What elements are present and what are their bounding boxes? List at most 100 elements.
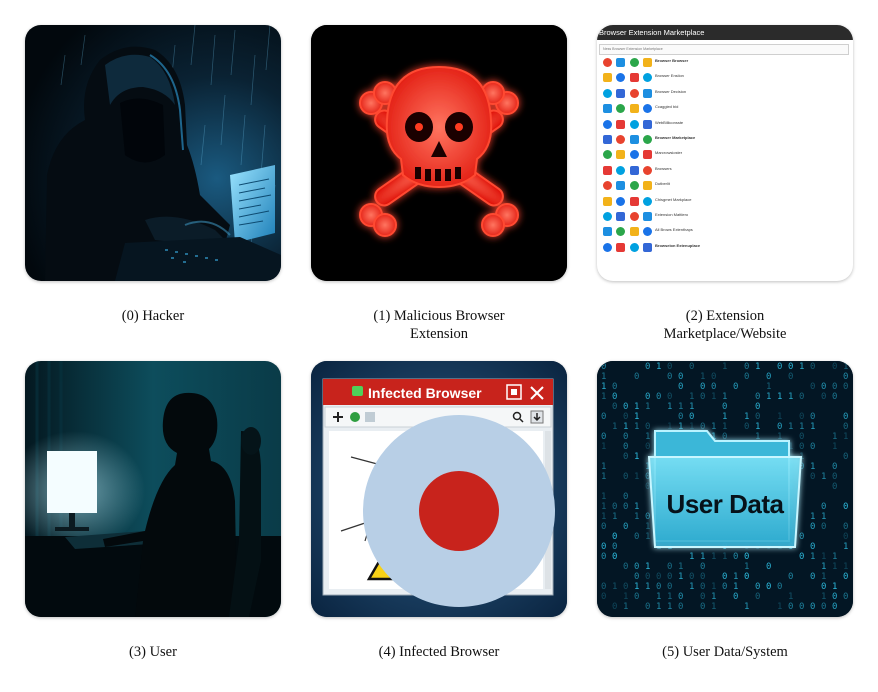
svg-text:0: 0 xyxy=(612,542,617,552)
svg-text:1: 1 xyxy=(667,602,672,612)
marketplace-list-item[interactable]: Browser Browser xyxy=(597,55,853,70)
marketplace-search-bar: Ness Browser Extension Marketplace xyxy=(599,44,849,55)
extension-icon xyxy=(643,181,652,191)
extension-icon xyxy=(630,104,639,114)
svg-text:0: 0 xyxy=(612,402,617,412)
svg-text:0: 0 xyxy=(711,372,716,382)
svg-text:0: 0 xyxy=(744,422,749,432)
marketplace-list-item[interactable]: Ccaggied bid xyxy=(597,101,853,116)
svg-text:1: 1 xyxy=(711,582,716,592)
svg-text:1: 1 xyxy=(601,392,606,402)
caption-hacker-text: (0) Hacker xyxy=(121,308,185,324)
svg-text:1: 1 xyxy=(744,412,749,422)
extension-icon xyxy=(603,181,612,191)
extension-icon xyxy=(616,119,625,129)
svg-text:0: 0 xyxy=(843,372,848,382)
extension-icon xyxy=(616,150,625,160)
svg-text:0: 0 xyxy=(810,542,815,552)
infected-browser-title: Infected Browser xyxy=(368,385,482,401)
marketplace-list-item[interactable]: Marcrowsioster xyxy=(597,147,853,162)
svg-text:0: 0 xyxy=(733,592,738,602)
svg-text:0: 0 xyxy=(799,532,804,542)
svg-text:0: 0 xyxy=(832,392,837,402)
extension-icon xyxy=(643,242,652,252)
svg-text:0: 0 xyxy=(667,572,672,582)
svg-text:0: 0 xyxy=(700,592,705,602)
svg-text:0: 0 xyxy=(722,402,727,412)
svg-text:0: 0 xyxy=(755,582,760,592)
extension-icon xyxy=(352,386,363,396)
svg-text:0: 0 xyxy=(667,562,672,572)
extension-icon xyxy=(616,211,625,221)
extension-icon xyxy=(630,134,639,144)
svg-text:0: 0 xyxy=(700,582,705,592)
svg-text:0: 0 xyxy=(843,532,848,542)
caption-infected-browser: (4) Infected Browser xyxy=(311,643,567,661)
svg-text:1: 1 xyxy=(656,362,661,372)
svg-text:0: 0 xyxy=(623,432,628,442)
extension-icon xyxy=(643,227,652,237)
marketplace-list-item-label: Browser Marketplace xyxy=(655,134,696,140)
svg-text:0: 0 xyxy=(678,592,683,602)
marketplace-list-item[interactable]: Chisgmet Markplace xyxy=(597,194,853,209)
svg-text:0: 0 xyxy=(634,562,639,572)
marketplace-list-item-label: Extension Mattlero xyxy=(655,211,689,217)
extension-icon xyxy=(630,150,639,160)
marketplace-list-item[interactable]: Browser Ensiion xyxy=(597,70,853,85)
caption-user-text: (3) User xyxy=(129,644,177,660)
marketplace-list-item-label: Browser Decision xyxy=(655,88,687,94)
extension-icon xyxy=(643,211,652,221)
svg-text:1: 1 xyxy=(755,422,760,432)
svg-text:1: 1 xyxy=(843,562,848,572)
marketplace-list-item[interactable]: All Brows Extenthaps xyxy=(597,224,853,239)
svg-text:0: 0 xyxy=(678,412,683,422)
svg-text:1: 1 xyxy=(623,602,628,612)
svg-text:1: 1 xyxy=(843,362,848,372)
svg-text:1: 1 xyxy=(689,392,694,402)
extension-icon xyxy=(603,104,612,114)
svg-text:0: 0 xyxy=(601,582,606,592)
extension-icon xyxy=(630,196,639,206)
marketplace-list-item[interactable]: Dutberlit xyxy=(597,178,853,193)
svg-text:0: 0 xyxy=(777,582,782,592)
extension-icon xyxy=(630,58,639,67)
extension-icon xyxy=(616,73,625,83)
svg-text:0: 0 xyxy=(623,412,628,422)
svg-text:0: 0 xyxy=(678,382,683,392)
svg-text:1: 1 xyxy=(843,542,848,552)
marketplace-extension-list: Browser Browser Browser Ensiion Browser De… xyxy=(597,55,853,255)
marketplace-list-item-label: WebBilliconsste xyxy=(655,119,684,125)
user-data-image: 0111001111110000000010100010001000000000… xyxy=(597,361,853,617)
marketplace-list-item[interactable]: Browseion Extenuplace xyxy=(597,240,853,255)
svg-text:0: 0 xyxy=(656,572,661,582)
marketplace-list-item[interactable]: Browser Marketplace xyxy=(597,132,853,147)
svg-text:0: 0 xyxy=(601,542,606,552)
svg-text:1: 1 xyxy=(678,572,683,582)
svg-text:0: 0 xyxy=(832,472,837,482)
svg-text:1: 1 xyxy=(733,582,738,592)
extension-icon xyxy=(603,119,612,129)
svg-text:0: 0 xyxy=(711,382,716,392)
marketplace-list-item[interactable]: WebBilliconsste xyxy=(597,117,853,132)
svg-text:1: 1 xyxy=(810,462,815,472)
marketplace-list-item[interactable]: Extension Mattlero xyxy=(597,209,853,224)
marketplace-list-item[interactable]: Browser Decision xyxy=(597,86,853,101)
svg-text:0: 0 xyxy=(700,562,705,572)
extension-icon xyxy=(643,165,652,175)
svg-text:0: 0 xyxy=(810,382,815,392)
svg-text:0: 0 xyxy=(601,552,606,562)
svg-text:0: 0 xyxy=(821,582,826,592)
svg-text:1: 1 xyxy=(722,392,727,402)
extension-icon xyxy=(630,227,639,237)
svg-text:0: 0 xyxy=(843,452,848,462)
svg-text:1: 1 xyxy=(777,392,782,402)
svg-text:0: 0 xyxy=(733,382,738,392)
extension-icon xyxy=(603,227,612,237)
svg-text:0: 0 xyxy=(689,362,694,372)
svg-text:1: 1 xyxy=(821,562,826,572)
svg-text:1: 1 xyxy=(711,552,716,562)
svg-text:1: 1 xyxy=(744,562,749,572)
svg-text:0: 0 xyxy=(755,412,760,422)
marketplace-list-item[interactable]: Browsers xyxy=(597,163,853,178)
svg-text:0: 0 xyxy=(799,602,804,612)
